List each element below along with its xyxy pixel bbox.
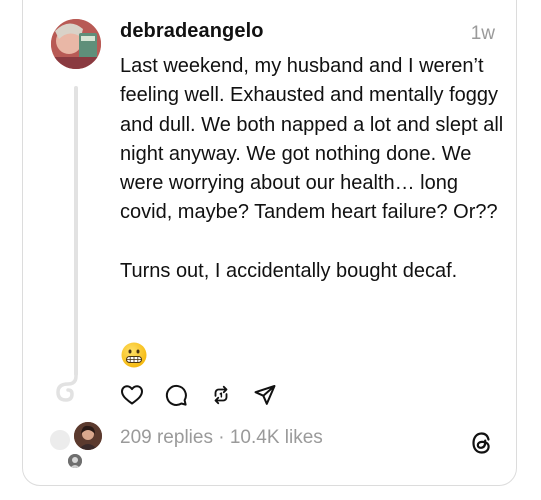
- post-text: Last weekend, my husband and I weren’t f…: [120, 52, 505, 286]
- thread-curl-icon: [52, 368, 82, 415]
- avatar[interactable]: [51, 19, 101, 69]
- reply-like-stats[interactable]: 209 replies · 10.4K likes: [120, 427, 323, 449]
- thread-line: [74, 86, 78, 376]
- comment-icon: [164, 383, 188, 412]
- reply-avatar: [72, 420, 104, 452]
- repost-button[interactable]: [208, 384, 234, 410]
- username[interactable]: debradeangelo: [120, 20, 264, 43]
- send-icon: [253, 383, 277, 412]
- post-timestamp: 1w: [470, 23, 495, 44]
- share-button[interactable]: [252, 384, 278, 410]
- grimacing-face-icon: [121, 342, 147, 368]
- heart-icon: [120, 383, 144, 412]
- reply-avatar: [66, 452, 84, 470]
- like-button[interactable]: [119, 384, 145, 410]
- reply-avatar: [48, 428, 72, 452]
- post-paragraph: Last weekend, my husband and I weren’t f…: [120, 55, 504, 224]
- post-paragraph: Turns out, I accidentally bought decaf.: [120, 260, 458, 283]
- threads-logo-icon[interactable]: [469, 430, 495, 456]
- repost-icon: [210, 384, 232, 411]
- comment-button[interactable]: [163, 384, 189, 410]
